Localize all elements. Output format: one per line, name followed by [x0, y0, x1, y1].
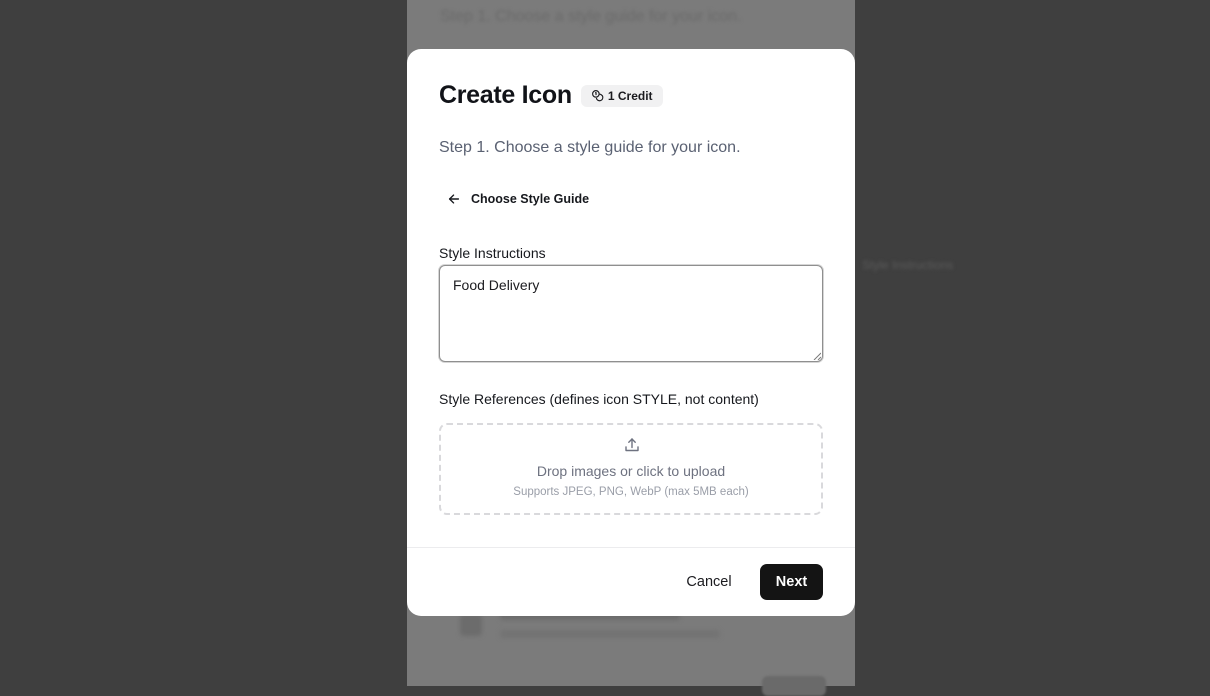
dialog-header: Create Icon 1 Credit — [439, 81, 663, 110]
back-link-label: Choose Style Guide — [471, 192, 590, 206]
upload-icon — [625, 438, 639, 452]
style-references-label: Style References (defines icon STYLE, no… — [439, 391, 759, 407]
step-description: Step 1. Choose a style guide for your ic… — [439, 139, 741, 156]
create-icon-dialog: Create Icon 1 Credit Step 1. Choose a st… — [407, 49, 855, 616]
next-button[interactable]: Next — [760, 564, 823, 600]
dropzone-title: Drop images or click to upload — [536, 463, 726, 479]
dialog-footer: Cancel Next — [407, 547, 855, 616]
credit-badge-label: 1 Credit — [607, 88, 653, 103]
background-button — [762, 676, 826, 696]
credit-badge: 1 Credit — [580, 84, 663, 107]
image-upload-dropzone[interactable]: Drop images or click to upload Supports … — [439, 423, 823, 515]
background-side-text: Style Instructions — [862, 258, 954, 272]
style-instructions-label: Style Instructions — [439, 245, 546, 261]
background-title: Step 1. Choose a style guide for your ic… — [440, 8, 742, 25]
choose-style-guide-back-button[interactable]: Choose Style Guide — [447, 192, 589, 206]
coins-icon — [591, 90, 604, 102]
arrow-left-icon — [448, 194, 460, 204]
dialog-title: Create Icon — [439, 81, 572, 109]
resize-grip-icon[interactable] — [813, 352, 821, 360]
cancel-button[interactable]: Cancel — [675, 564, 743, 600]
style-instructions-input[interactable] — [439, 265, 823, 362]
dropzone-hint: Supports JPEG, PNG, WebP (max 5MB each) — [513, 486, 749, 498]
